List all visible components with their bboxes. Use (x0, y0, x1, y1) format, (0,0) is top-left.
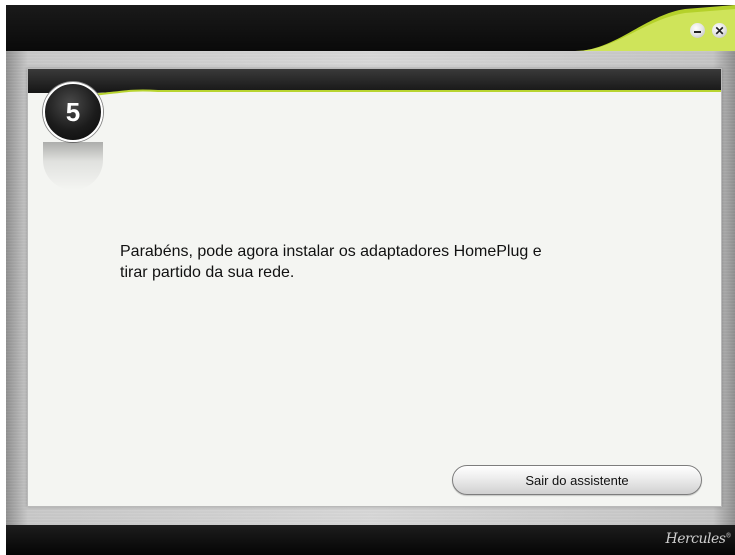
message-line-2: tirar partido da sua rede. (120, 264, 295, 281)
bottom-bar: Hercules® (6, 525, 735, 555)
minimize-icon (694, 31, 701, 33)
completion-message: Parabéns, pode agora instalar os adaptad… (120, 241, 640, 283)
exit-wizard-button[interactable]: Sair do assistente (452, 465, 702, 495)
close-icon: ✕ (714, 23, 725, 38)
step-badge-reflection (43, 142, 103, 190)
title-bar[interactable] (6, 5, 735, 51)
minimize-button[interactable] (690, 23, 705, 38)
message-line-1: Parabéns, pode agora instalar os adaptad… (120, 243, 542, 260)
content-panel: 5 Parabéns, pode agora instalar os adapt… (27, 68, 722, 507)
header-accent-swoosh (28, 89, 721, 109)
close-button[interactable]: ✕ (712, 23, 727, 38)
step-number: 5 (65, 96, 81, 127)
titlebar-accent-swoosh (575, 5, 735, 51)
step-number-badge: 5 (43, 82, 103, 142)
brand-logo: Hercules® (665, 531, 732, 547)
